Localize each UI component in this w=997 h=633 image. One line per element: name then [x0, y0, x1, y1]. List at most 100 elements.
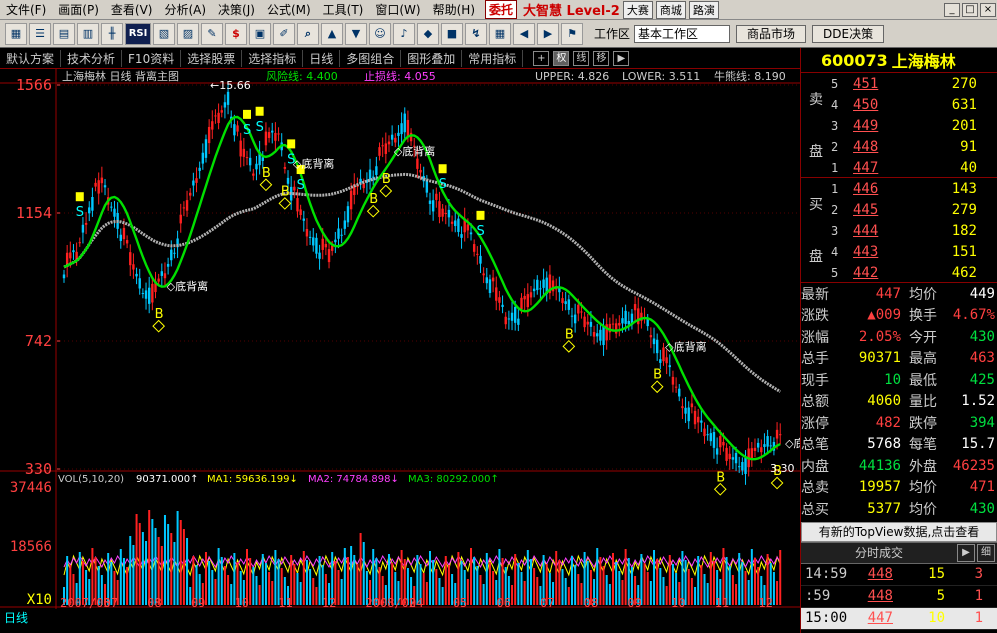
grid-icon[interactable]: ▦	[5, 22, 27, 45]
menu-item-3[interactable]: 分析(A)	[158, 1, 212, 18]
back-icon[interactable]: ◀	[513, 22, 535, 45]
ask-row[interactable]: 4 450 631	[831, 94, 997, 115]
candle-body	[403, 113, 406, 133]
candle-body	[734, 453, 738, 464]
stats-icon[interactable]: ▧	[153, 22, 175, 45]
candle-body	[375, 166, 378, 175]
candle-body	[242, 148, 246, 157]
ask-row[interactable]: 1 447 40	[831, 157, 997, 178]
candle-body	[602, 326, 605, 346]
volume-bar	[271, 581, 274, 605]
up-icon[interactable]: ▲	[321, 22, 343, 45]
pen-icon[interactable]: ✐	[273, 22, 295, 45]
strip-item-2[interactable]: F10资料	[122, 49, 182, 67]
vol-ma1: MA1: 59636.199↓	[207, 474, 298, 485]
sell-flag-icon	[243, 109, 251, 119]
market-tab-1[interactable]: DDE决策	[812, 24, 885, 43]
vol-label: VOL(5,10,20)	[58, 474, 124, 485]
menu-item-6[interactable]: 工具(T)	[317, 1, 370, 18]
strip-item-4[interactable]: 选择指标	[242, 49, 304, 67]
top-right-button-1[interactable]: 商城	[655, 0, 686, 19]
menu-item-1[interactable]: 画面(P)	[52, 1, 105, 18]
candle-body	[703, 428, 706, 437]
forward-icon[interactable]: ▶	[537, 22, 559, 45]
candle-body	[189, 192, 192, 196]
calc-icon[interactable]: ▣	[249, 22, 271, 45]
strip-icon-1[interactable]: 线	[573, 50, 590, 66]
candle-body	[447, 209, 451, 218]
diamond-icon[interactable]: ◆	[417, 22, 439, 45]
tick-c: 1	[974, 588, 983, 604]
tick-t: 15:00	[805, 610, 848, 626]
plot-icon[interactable]: ▨	[177, 22, 199, 45]
quote-row: 涨幅 2.05% 今开 430	[801, 326, 997, 348]
volume-bar	[435, 569, 438, 605]
bid-row[interactable]: 5 442 462	[831, 262, 997, 283]
strip-item-1[interactable]: 技术分析	[61, 49, 123, 67]
menu-item-8[interactable]: 帮助(H)	[427, 1, 481, 18]
quote-row: 最新 447 均价 449	[801, 283, 997, 305]
top-right-button-0[interactable]: 大赛	[622, 0, 653, 19]
restore-icon[interactable]: □	[962, 2, 978, 17]
menu-item-5[interactable]: 公式(M)	[261, 1, 317, 18]
volume-bar	[649, 581, 652, 605]
table-icon[interactable]: ▤	[53, 22, 75, 45]
tool-icon[interactable]: ✎	[201, 22, 223, 45]
menu-item-2[interactable]: 查看(V)	[105, 1, 159, 18]
stop-icon[interactable]: ■	[441, 22, 463, 45]
period-tab[interactable]: 日线	[0, 609, 33, 625]
bid-row[interactable]: 1 446 143	[831, 178, 997, 199]
volume-bar	[223, 566, 226, 605]
top-right-button-2[interactable]: 路演	[688, 0, 719, 19]
ticks-detail-button[interactable]: 细	[977, 543, 995, 562]
candle-body	[586, 321, 589, 325]
bell-icon[interactable]: ♪	[393, 22, 415, 45]
entrust-button[interactable]: 委托	[485, 0, 518, 19]
menu-item-0[interactable]: 文件(F)	[0, 1, 52, 18]
xtick-label: 09	[191, 596, 205, 609]
strip-item-0[interactable]: 默认方案	[0, 49, 62, 67]
grid2-icon[interactable]: ▦	[489, 22, 511, 45]
ask-row[interactable]: 2 448 91	[831, 136, 997, 157]
down-icon[interactable]: ▼	[345, 22, 367, 45]
arrow-right-icon[interactable]: ▶	[957, 543, 975, 562]
strip-icon-2[interactable]: 移	[593, 50, 610, 66]
strip-icon-0[interactable]: 权	[553, 50, 570, 66]
strip-item-5[interactable]: 日线	[303, 49, 341, 67]
workspace-select[interactable]: 基本工作区	[634, 24, 731, 43]
arrow-right-icon[interactable]: ▶	[613, 50, 630, 66]
topview-notice[interactable]: 有新的TopView数据,点击查看	[801, 521, 997, 542]
candle-body	[214, 115, 217, 117]
strip-item-7[interactable]: 图形叠加	[401, 49, 463, 67]
list-icon[interactable]: ☰	[29, 22, 51, 45]
flag-icon[interactable]: ⚑	[561, 22, 583, 45]
ytick-label: 1154	[16, 204, 52, 222]
minimize-icon[interactable]: _	[944, 2, 960, 17]
strip-item-6[interactable]: 多图组合	[340, 49, 402, 67]
zoom-icon[interactable]: ⌕	[297, 22, 319, 45]
strip-item-8[interactable]: 常用指标	[462, 49, 524, 67]
bid-row[interactable]: 3 444 182	[831, 220, 997, 241]
ask-row[interactable]: 5 451 270	[831, 73, 997, 94]
candle-icon[interactable]: ╫	[101, 22, 123, 45]
ask-row[interactable]: 3 449 201	[831, 115, 997, 136]
volume-bar	[523, 581, 526, 605]
strip-item-3[interactable]: 选择股票	[181, 49, 243, 67]
people-icon[interactable]: ☺	[369, 22, 391, 45]
rsi-icon[interactable]: RSI	[125, 22, 151, 45]
toolbar: ▦ ☰ ▤ ▥ ╫ RSI ▧ ▨ ✎ $ ▣ ✐ ⌕ ▲ ▼ ☺ ♪ ◆ ■ ↯ ▦ ◀ ▶ ⚑ 工作区 基本工作区 商品市场 DD…	[0, 20, 997, 48]
menu-item-4[interactable]: 决策(J)	[212, 1, 261, 18]
market-tab-0[interactable]: 商品市场	[736, 24, 807, 43]
quote-label: 现手	[801, 372, 829, 389]
kline-chart[interactable]: 1566 1154 742 330 上海梅林 日线 背离主图 风险线: 4.400 止损线:…	[0, 69, 800, 609]
bid-row[interactable]: 4 443 151	[831, 241, 997, 262]
menu-item-7[interactable]: 窗口(W)	[369, 1, 426, 18]
plus-icon[interactable]: +	[533, 50, 550, 66]
bid-row[interactable]: 2 445 279	[831, 199, 997, 220]
volume-bar	[738, 553, 741, 605]
close-icon[interactable]: ×	[980, 2, 996, 17]
drill-icon[interactable]: ↯	[465, 22, 487, 45]
dollar-icon[interactable]: $	[225, 22, 247, 45]
chart-icon[interactable]: ▥	[77, 22, 99, 45]
candle-body	[712, 432, 716, 448]
